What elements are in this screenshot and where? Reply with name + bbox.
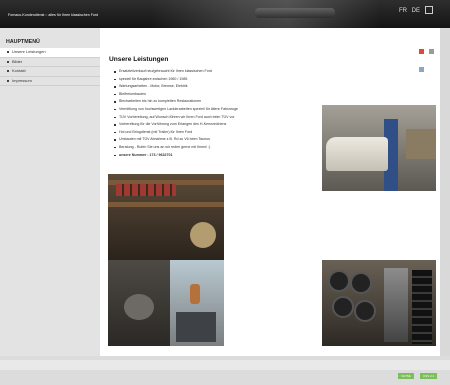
list-item: Wartungsarbeiten - Motor, Bremse, Elektr… xyxy=(114,83,334,91)
tire-shape xyxy=(354,300,376,322)
header: Fornaco-Kundendienst :: alles für Ihren … xyxy=(0,0,450,28)
tire-shape xyxy=(350,272,372,294)
content-tools xyxy=(418,41,438,72)
list-item: Ersatzteilverkauf neu/gebraucht für Ihre… xyxy=(114,68,334,76)
photo-engine-part xyxy=(108,260,170,346)
list-item: TÜV Vorbereitung, auf Wunsch führen wir … xyxy=(114,114,334,122)
language-switcher: FR DE xyxy=(399,6,436,14)
photo-figurine xyxy=(170,260,224,346)
tire-shape xyxy=(332,296,354,318)
page-title: Unsere Leistungen xyxy=(109,56,169,63)
list-item: unsere Nummer : 173 / 9632701 xyxy=(114,152,334,160)
sidebar-item-kontakt[interactable]: Kontakt xyxy=(0,67,100,77)
table-shape xyxy=(176,312,216,342)
footer-bar xyxy=(0,360,450,370)
flag-icon[interactable] xyxy=(424,6,433,14)
main-content: Unsere Leistungen Ersatzteilverkauf neu/… xyxy=(100,28,440,356)
services-list: Ersatzteilverkauf neu/gebraucht für Ihre… xyxy=(114,68,334,159)
lang-link-fr[interactable]: FR xyxy=(399,8,407,14)
pdf-icon[interactable] xyxy=(419,49,424,54)
bins-shape xyxy=(116,184,176,196)
list-item: Beratung - Rufen Sie uns an wir reden ge… xyxy=(114,144,334,152)
list-item: Vorbereitung für die Vorführung zum Erla… xyxy=(114,121,334,129)
css-validation-button[interactable]: CSS 2.1 xyxy=(420,373,438,379)
header-car-image-detail xyxy=(255,8,335,18)
photo-car-on-lift xyxy=(322,105,436,191)
photo-wheels-storage xyxy=(322,260,436,346)
sidebar-item-bilder[interactable]: Bilder xyxy=(0,58,100,67)
photo-parts-shelves xyxy=(108,174,224,260)
rack-shape xyxy=(384,268,408,342)
print-icon[interactable] xyxy=(429,49,435,54)
sidebar-item-unsere-leistungen[interactable]: Unsere Leistungen xyxy=(0,48,100,58)
main-menu: Unsere Leistungen Bilder Kontakt Impress… xyxy=(0,48,100,86)
workshop-cabinet-shape xyxy=(406,129,436,159)
email-icon[interactable] xyxy=(419,67,424,72)
shelf-shape xyxy=(108,202,224,207)
engine-part-shape xyxy=(124,294,154,320)
list-item: speziell für Baujahre zwischen 1960 / 19… xyxy=(114,76,334,84)
wheel-rim-shape xyxy=(190,222,216,248)
list-item: Umbauten mit TÜV Abnahme z.B. Rd zu V6 b… xyxy=(114,136,334,144)
figurine-shape xyxy=(190,284,200,304)
car-shape xyxy=(326,137,388,171)
footer: XHTML CSS 2.1 xyxy=(0,356,450,385)
menu-title: HAUPTMENÜ xyxy=(6,39,40,45)
tire-stack-shape xyxy=(412,270,432,344)
list-item: Bleifreiumbauten xyxy=(114,91,334,99)
sidebar: HAUPTMENÜ Unsere Leistungen Bilder Konta… xyxy=(0,28,100,356)
sidebar-item-impressum[interactable]: Impressum xyxy=(0,77,100,86)
list-item: Vermittlung von hochwertigen Lackierarbe… xyxy=(114,106,334,114)
tire-shape xyxy=(328,270,350,292)
list-item: Hol und Bringdienst (mit Trailer) für Ih… xyxy=(114,129,334,137)
xhtml-validation-button[interactable]: XHTML xyxy=(398,373,415,379)
list-item: Blecharbeiten bis hin zu kompletten Rest… xyxy=(114,98,334,106)
site-title: Fornaco-Kundendienst :: alles für Ihren … xyxy=(8,13,99,17)
lang-link-de[interactable]: DE xyxy=(412,8,420,14)
